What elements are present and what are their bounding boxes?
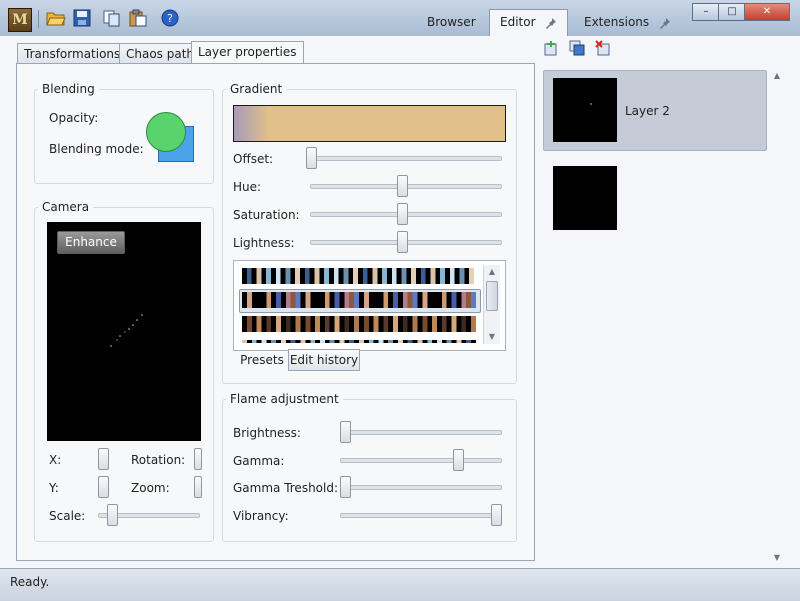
vibrancy-track[interactable]	[340, 513, 502, 518]
gamma-label: Gamma:	[233, 454, 285, 468]
saturation-label: Saturation:	[233, 208, 300, 222]
preset-gradient-1[interactable]	[242, 268, 474, 284]
scrollbar-thumb[interactable]	[486, 281, 498, 311]
tab-transformations-label: Transformations	[24, 47, 121, 61]
preset-gradient-4[interactable]	[242, 340, 476, 343]
scroll-up-icon[interactable]: ▲	[770, 70, 784, 82]
preset-list-scrollbar[interactable]: ▲ ▼	[483, 265, 500, 344]
enhance-button[interactable]: Enhance	[57, 231, 125, 254]
blending-title: Blending	[42, 82, 95, 96]
camera-x-slider[interactable]	[98, 448, 109, 470]
tab-presets[interactable]: Presets	[236, 350, 288, 370]
layer-thumbnail[interactable]	[553, 78, 617, 142]
gamma-track[interactable]	[340, 458, 502, 463]
brightness-slider[interactable]	[340, 421, 351, 443]
tab-editor[interactable]: Editor	[489, 9, 569, 36]
tab-browser[interactable]: Browser	[417, 10, 486, 34]
hue-slider[interactable]	[396, 175, 408, 197]
camera-zoom-label: Zoom:	[131, 481, 170, 495]
gamma-threshold-track[interactable]	[340, 485, 502, 490]
camera-y-label: Y:	[49, 481, 59, 495]
camera-x-label: X:	[49, 453, 62, 467]
opacity-label: Opacity:	[49, 111, 99, 125]
camera-title: Camera	[42, 200, 90, 214]
preset-gradient-3[interactable]	[242, 316, 476, 332]
camera-rotation-label: Rotation:	[131, 453, 186, 467]
brightness-track[interactable]	[340, 430, 502, 435]
pin-icon[interactable]	[545, 17, 557, 29]
tab-browser-label: Browser	[427, 15, 476, 29]
opacity-swatch[interactable]	[146, 112, 186, 152]
tab-edit-history[interactable]: Edit history	[288, 349, 360, 371]
copy-icon[interactable]	[102, 9, 122, 27]
offset-label: Offset:	[233, 152, 274, 166]
scroll-down-icon[interactable]: ▼	[484, 330, 500, 344]
hue-label: Hue:	[233, 180, 262, 194]
tab-extensions-label: Extensions	[584, 15, 650, 29]
saturation-slider[interactable]	[396, 203, 408, 225]
offset-slider[interactable]	[306, 147, 317, 169]
brightness-label: Brightness:	[233, 426, 301, 440]
flame-preview-dots	[110, 314, 143, 347]
tab-extensions[interactable]: Extensions	[574, 10, 681, 34]
app-logo-icon[interactable]: M	[8, 8, 32, 32]
paste-icon[interactable]	[128, 9, 148, 27]
tab-layer-properties[interactable]: Layer properties	[191, 41, 304, 64]
gamma-threshold-label: Gamma Treshold:	[233, 481, 339, 495]
tab-editor-label: Editor	[500, 15, 536, 29]
preset-gradient-2[interactable]	[242, 292, 476, 308]
add-layer-icon[interactable]	[543, 40, 559, 56]
tab-chaos-path[interactable]: Chaos path	[119, 43, 202, 65]
flame-adjustment-title: Flame adjustment	[230, 392, 339, 406]
lightness-label: Lightness:	[233, 236, 295, 250]
tab-chaos-path-label: Chaos path	[126, 47, 195, 61]
maximize-button[interactable]: □	[718, 3, 746, 21]
tab-layer-properties-label: Layer properties	[198, 45, 297, 59]
camera-zoom-slider[interactable]	[194, 476, 202, 498]
layer-item-label: Layer 2	[625, 104, 670, 118]
camera-preview[interactable]	[47, 222, 201, 441]
gradient-preview[interactable]	[233, 105, 506, 142]
open-folder-icon[interactable]	[46, 9, 66, 27]
blending-mode-label: Blending mode:	[49, 142, 144, 156]
status-bar: Ready.	[0, 568, 800, 601]
layer-thumbnail[interactable]	[553, 166, 617, 230]
save-icon[interactable]	[72, 9, 92, 27]
close-button[interactable]: ✕	[744, 3, 790, 21]
tab-transformations[interactable]: Transformations	[17, 43, 128, 65]
layer-thumbnail-dot	[590, 103, 592, 105]
camera-rotation-slider[interactable]	[194, 448, 202, 470]
scroll-down-icon[interactable]: ▼	[770, 552, 784, 564]
minimize-button[interactable]: –	[692, 3, 720, 21]
camera-y-slider[interactable]	[98, 476, 109, 498]
gradient-title: Gradient	[230, 82, 283, 96]
gamma-slider[interactable]	[453, 449, 465, 471]
lightness-slider[interactable]	[396, 231, 408, 253]
help-icon[interactable]: ?	[160, 9, 180, 27]
duplicate-layer-icon[interactable]	[569, 40, 585, 56]
layers-scrollbar[interactable]: ▲ ▼	[770, 70, 784, 564]
vibrancy-label: Vibrancy:	[233, 509, 289, 523]
gamma-threshold-slider[interactable]	[340, 476, 351, 498]
scroll-up-icon[interactable]: ▲	[484, 265, 500, 279]
status-text: Ready.	[10, 575, 50, 589]
pin-icon[interactable]	[659, 17, 671, 29]
svg-text:?: ?	[167, 12, 173, 25]
camera-scale-slider[interactable]	[107, 504, 119, 526]
offset-track[interactable]	[310, 156, 502, 161]
toolbar-separator	[38, 10, 39, 28]
delete-layer-icon[interactable]	[595, 40, 611, 56]
vibrancy-slider[interactable]	[491, 504, 502, 526]
camera-scale-label: Scale:	[49, 509, 86, 523]
